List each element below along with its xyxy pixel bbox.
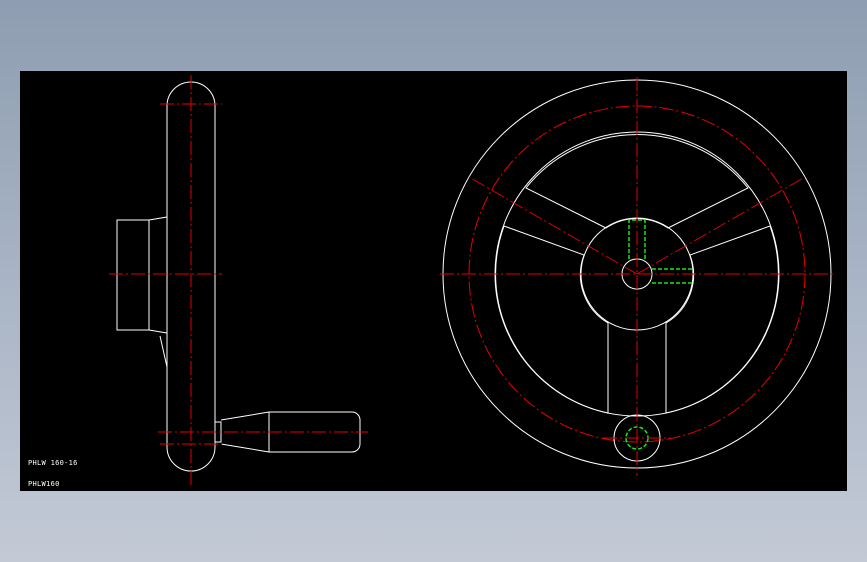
part-number-label: PHLW 160-16 (28, 459, 78, 467)
front-view (440, 77, 834, 476)
handwheel-drawing (109, 75, 834, 487)
spoke-centerline-right (636, 176, 806, 275)
hub-outline (116, 219, 150, 331)
hub-taper-top (148, 216, 168, 221)
keyway-horizontal-hidden (652, 268, 693, 284)
cad-viewport[interactable]: PHLW 160-16 PHLW160 (20, 71, 847, 491)
side-view (109, 75, 368, 487)
spoke-centerline-left (468, 176, 638, 275)
drawing-code-label: PHLW160 (28, 480, 60, 488)
spoke-window-left (495, 225, 609, 414)
hub-taper-bottom (148, 329, 168, 334)
spoke-window-right (665, 225, 779, 414)
spoke-sliver (159, 333, 168, 368)
